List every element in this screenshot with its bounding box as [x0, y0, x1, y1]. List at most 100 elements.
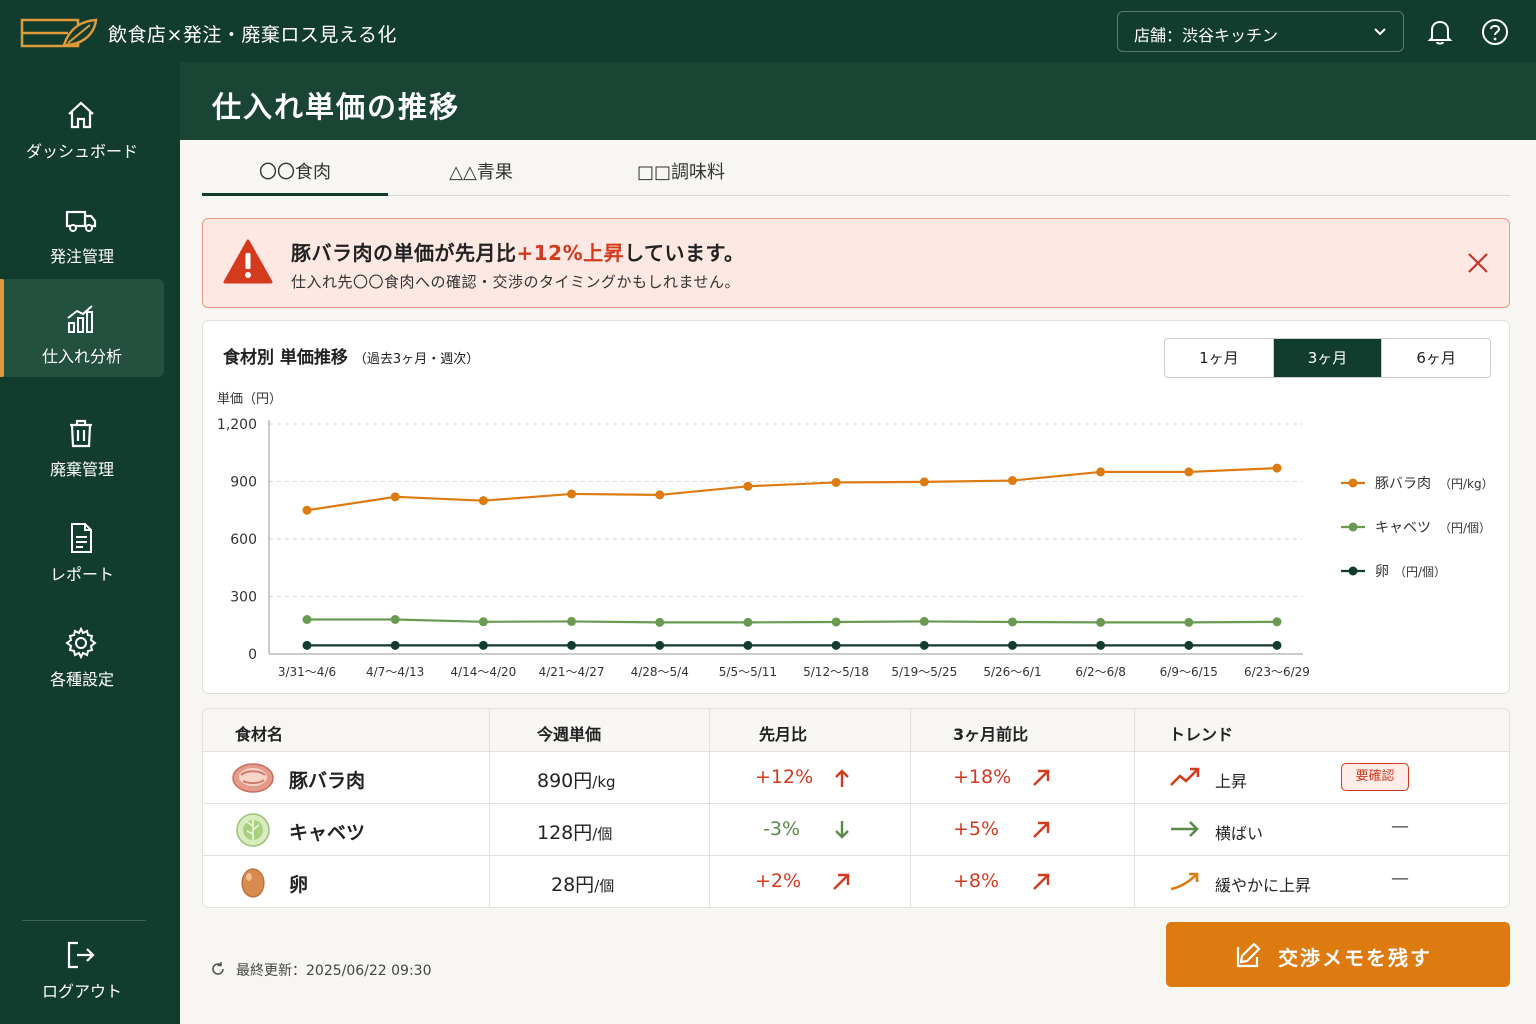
tab-supplier-seasoning[interactable]: □□調味料	[588, 158, 774, 196]
x-tick-label: 5/19〜5/25	[891, 665, 957, 679]
arrow-down-icon	[835, 821, 849, 839]
save-negotiation-memo-button[interactable]: 交渉メモを残す	[1166, 922, 1510, 987]
sidebar-item-waste[interactable]: 廃棄管理	[0, 392, 164, 490]
trend-label: 上昇	[1215, 772, 1248, 791]
sidebar-item-label: 各種設定	[49, 670, 114, 689]
y-tick-label: 900	[230, 475, 257, 491]
sidebar-item-dashboard[interactable]: ダッシュボード	[0, 74, 164, 172]
data-point	[655, 617, 665, 627]
x-tick-label: 6/23〜6/29	[1244, 665, 1310, 679]
legend-label: キャベツ	[1375, 520, 1431, 536]
data-point	[1272, 640, 1282, 650]
sidebar-item-settings[interactable]: 各種設定	[0, 602, 164, 700]
data-point	[302, 505, 312, 515]
data-point	[302, 615, 312, 624]
sidebar-item-purchase-analysis[interactable]: 仕入れ分析	[0, 279, 164, 377]
chevron-down-icon	[1374, 28, 1386, 36]
egg-icon	[241, 868, 265, 898]
price-alert: 豚バラ肉の単価が先月比+12%上昇しています。 仕入れ先〇〇食肉への確認・交渉の…	[202, 218, 1510, 308]
price-value: 28円	[551, 874, 595, 896]
sidebar-item-reports[interactable]: レポート	[0, 497, 164, 595]
data-point	[1184, 617, 1194, 627]
x-tick-label: 5/26〜6/1	[983, 665, 1041, 679]
sidebar-item-label: 発注管理	[49, 247, 114, 266]
refresh-icon	[212, 962, 224, 975]
arrow-up-right-icon	[1033, 873, 1050, 890]
warning-icon	[223, 239, 273, 284]
mom-change: -3%	[763, 818, 800, 840]
table-row[interactable]: 豚バラ肉 890円/kg +12% +18% 上昇 要確認	[203, 752, 1509, 804]
top-bar: 飲食店×発注・廃棄ロス見える化 店舗：渋谷キッチン	[0, 0, 1536, 62]
range-toggle: 1ヶ月 3ヶ月 6ヶ月	[1164, 338, 1491, 378]
table-header: 食材名 今週単価 先月比 3ヶ月前比 トレンド	[203, 709, 1509, 752]
header-mom: 先月比	[759, 725, 808, 744]
chart-subtitle: （過去3ヶ月・週次）	[353, 352, 480, 367]
table-row[interactable]: 卵 28円/個 +2% +8% 緩やかに上昇 —	[203, 856, 1509, 907]
item-price: 28円/個	[551, 870, 614, 897]
three-month-change: +18%	[953, 766, 1012, 788]
no-action-dash: —	[1391, 868, 1409, 889]
item-name: 豚バラ肉	[289, 770, 366, 792]
y-axis-label: 単価（円）	[217, 391, 282, 407]
trend-gradual-rise-icon	[1170, 872, 1199, 891]
arrow-up-right-icon	[833, 873, 850, 890]
bell-icon[interactable]	[1427, 18, 1453, 46]
x-tick-label: 4/21〜4/27	[539, 665, 605, 679]
data-point	[390, 492, 400, 502]
sidebar: ダッシュボード 発注管理 仕入れ分析 廃棄管理 レポート 各種設定 ログアウト	[0, 62, 180, 1024]
alert-highlight: +12%上昇	[516, 241, 625, 265]
logout-label: ログアウト	[41, 982, 122, 1001]
sidebar-divider	[22, 920, 146, 921]
data-point	[302, 640, 312, 650]
series-line-1	[307, 618, 1278, 624]
price-line-chart: 単価（円） 0 300 600 900 1,200 3/31〜4/6 4/7〜4/13 4/14…	[217, 391, 1494, 679]
arrow-up-right-icon	[1033, 821, 1050, 838]
range-1-month[interactable]: 1ヶ月	[1165, 339, 1274, 377]
x-tick-label: 4/7〜4/13	[366, 665, 424, 679]
data-point	[567, 489, 577, 499]
alert-message: 仕入れ先〇〇食肉への確認・交渉のタイミングかもしれません。	[291, 273, 741, 291]
trash-icon	[70, 419, 92, 448]
data-point	[743, 481, 753, 491]
table-row[interactable]: キャベツ 128円/個 -3% +5% 横ばい —	[203, 804, 1509, 856]
last-updated-text: 最終更新：2025/06/22 09:30	[236, 963, 432, 979]
store-select[interactable]: 店舗：渋谷キッチン	[1117, 11, 1404, 52]
series-line-0	[306, 466, 1278, 512]
logout-icon	[67, 941, 95, 969]
trend-rising-icon	[1170, 767, 1200, 786]
needs-review-badge: 要確認	[1341, 763, 1409, 791]
data-point	[1184, 640, 1194, 650]
data-point	[478, 640, 488, 650]
y-tick-label: 0	[248, 647, 257, 663]
price-chart-card: 食材別 単価推移 （過去3ヶ月・週次） 1ヶ月 3ヶ月 6ヶ月 単価（円） 0 300…	[202, 320, 1510, 694]
price-value: 890円	[537, 770, 593, 792]
legend-unit: （円/個）	[1439, 521, 1491, 535]
range-3-months[interactable]: 3ヶ月	[1273, 339, 1383, 377]
help-icon[interactable]	[1481, 18, 1509, 46]
data-point	[919, 477, 929, 487]
header-3month: 3ヶ月前比	[953, 725, 1029, 744]
item-name: 卵	[289, 874, 309, 896]
sidebar-item-orders[interactable]: 発注管理	[0, 179, 164, 277]
header-item: 食材名	[235, 725, 284, 744]
page-header: 仕入れ単価の推移	[180, 62, 1536, 140]
three-month-change: +5%	[953, 818, 1000, 840]
range-6-months[interactable]: 6ヶ月	[1382, 339, 1490, 377]
app-logo	[20, 18, 98, 48]
price-unit: /個	[592, 825, 613, 843]
data-point	[655, 490, 665, 500]
close-icon[interactable]	[1467, 252, 1489, 274]
data-point	[831, 617, 841, 627]
tab-supplier-meat[interactable]: 〇〇食肉	[202, 158, 388, 196]
x-tick-label: 5/5〜5/11	[719, 665, 777, 679]
x-tick-label: 3/31〜4/6	[278, 665, 336, 679]
y-tick-label: 1,200	[217, 417, 257, 433]
data-point	[567, 616, 577, 626]
pork-belly-icon	[232, 763, 274, 793]
data-point	[1007, 640, 1017, 650]
logout-button[interactable]: ログアウト	[0, 924, 164, 1022]
tab-supplier-produce[interactable]: △△青果	[388, 158, 574, 196]
supplier-tabs: 〇〇食肉 △△青果 □□調味料	[202, 140, 1510, 196]
data-point	[1272, 463, 1282, 473]
y-tick-label: 600	[230, 532, 257, 548]
